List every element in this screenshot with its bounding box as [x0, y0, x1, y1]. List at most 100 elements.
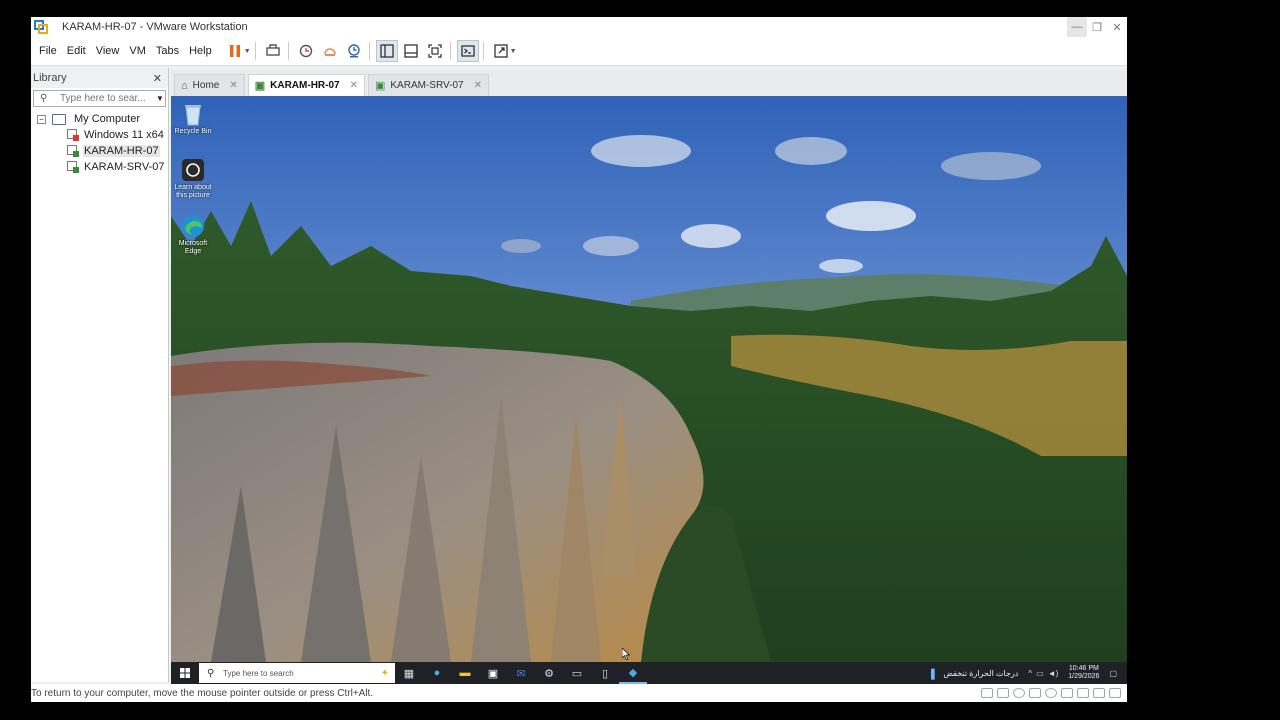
minimize-button[interactable]: —	[1067, 17, 1087, 37]
vm-running-icon: ▣	[374, 80, 386, 92]
notifications-icon[interactable]: ▢	[1109, 669, 1117, 678]
take-snapshot-icon[interactable]	[295, 40, 317, 62]
clock-date: 1/29/2026	[1068, 673, 1100, 680]
store-icon[interactable]: ▣	[479, 662, 507, 684]
menu-toolbar: File Edit View VM Tabs Help ▼ ▼	[31, 37, 1127, 66]
vmware-window: KARAM-HR-07 - VMware Workstation — ❐ ✕ F…	[31, 17, 1127, 702]
full-screen-icon[interactable]	[424, 40, 446, 62]
search-dropdown-icon[interactable]: ▼	[156, 94, 164, 103]
volume-icon[interactable]: ◄)	[1048, 669, 1059, 678]
guest-taskbar: ⚲ Type here to search ✦ ▦ ● ▬ ▣ ✉ ⚙ ▭ ▯ …	[171, 662, 1127, 684]
app-running-icon[interactable]: ◆	[619, 662, 647, 684]
terminal-icon[interactable]: ▭	[563, 662, 591, 684]
close-button[interactable]: ✕	[1107, 17, 1127, 37]
menu-help[interactable]: Help	[189, 45, 212, 57]
power-dropdown-icon[interactable]: ▼	[244, 48, 251, 55]
toolbar-separator	[449, 42, 451, 60]
menu-file[interactable]: File	[39, 45, 57, 57]
printer-icon[interactable]	[1077, 688, 1089, 698]
mail-icon[interactable]: ✉	[507, 662, 535, 684]
start-button[interactable]	[171, 662, 199, 684]
desktop-icon-label: Microsoft Edge	[178, 240, 208, 255]
tree-item-karam-hr-07[interactable]: KARAM-HR-07	[31, 143, 168, 159]
wallpaper-landscape	[171, 96, 1127, 662]
tree-root-my-computer[interactable]: − My Computer	[31, 111, 168, 127]
maximize-button[interactable]: ❐	[1087, 17, 1107, 37]
tab-label: KARAM-HR-07	[270, 80, 340, 91]
thumbnail-bar-icon[interactable]	[400, 40, 422, 62]
message-log-icon[interactable]	[1109, 688, 1121, 698]
menu-vm[interactable]: VM	[129, 45, 146, 57]
library-close-icon[interactable]: ✕	[153, 72, 162, 85]
tab-label: KARAM-SRV-07	[390, 80, 464, 91]
cd-dvd-icon[interactable]	[1013, 688, 1025, 698]
tab-home[interactable]: ⌂ Home ✕	[174, 74, 245, 96]
window-title: KARAM-HR-07 - VMware Workstation	[62, 21, 248, 33]
settings-icon[interactable]: ⚙	[535, 662, 563, 684]
notepad-icon[interactable]: ▯	[591, 662, 619, 684]
taskbar-clock[interactable]: 10:46 PM 1/29/2026	[1068, 665, 1099, 681]
taskbar-search-placeholder: Type here to search	[223, 668, 294, 678]
tree-item-karam-srv-07[interactable]: KARAM-SRV-07	[31, 159, 168, 175]
guest-desktop[interactable]: Recycle Bin Learn about this picture Mic…	[171, 96, 1127, 662]
task-view-icon[interactable]: ▦	[395, 662, 423, 684]
taskbar-search-box[interactable]: ⚲ Type here to search ✦	[199, 663, 395, 683]
vm-tree: − My Computer Windows 11 x64 KARAM-HR-07…	[31, 111, 168, 175]
stretch-dropdown-icon[interactable]: ▼	[510, 48, 517, 55]
snapshot-manager-icon[interactable]	[343, 40, 365, 62]
tab-close-icon[interactable]: ✕	[474, 80, 482, 91]
vm-running-icon	[67, 161, 79, 173]
toolbar-separator	[287, 42, 289, 60]
tab-karam-hr-07[interactable]: ▣ KARAM-HR-07 ✕	[247, 74, 365, 96]
menu-view[interactable]: View	[96, 45, 120, 57]
menu-tabs[interactable]: Tabs	[156, 45, 179, 57]
display-icon[interactable]	[1093, 688, 1105, 698]
vmware-logo-icon	[34, 20, 48, 34]
revert-snapshot-icon[interactable]	[319, 40, 341, 62]
toolbar-separator	[482, 42, 484, 60]
collapse-icon[interactable]: −	[37, 114, 46, 124]
sound-card-icon[interactable]	[1061, 688, 1073, 698]
tab-karam-srv-07[interactable]: ▣ KARAM-SRV-07 ✕	[367, 74, 489, 96]
camera-icon	[181, 158, 205, 182]
hard-disk-icon[interactable]	[981, 688, 993, 698]
tree-item-windows-11[interactable]: Windows 11 x64	[31, 127, 168, 143]
send-ctrl-alt-del-icon[interactable]	[262, 40, 284, 62]
network-icon[interactable]: ▭	[1036, 669, 1044, 678]
pause-icon[interactable]	[224, 40, 246, 62]
desktop-icon-label: Learn about this picture	[174, 184, 212, 199]
computer-icon	[52, 113, 66, 125]
device-status-icons	[977, 688, 1121, 698]
menu-edit[interactable]: Edit	[67, 45, 86, 57]
network-adapter-icon[interactable]	[1029, 688, 1041, 698]
search-highlight-icon: ✦	[380, 667, 389, 679]
console-view-icon[interactable]	[456, 40, 479, 62]
desktop-icon-recycle-bin[interactable]: Recycle Bin	[171, 102, 215, 136]
mouse-pointer-icon	[622, 648, 630, 660]
desktop-icon-learn-about-picture[interactable]: Learn about this picture	[171, 158, 215, 200]
weather-text[interactable]: درجات الحرارة تنخفض	[943, 669, 1018, 678]
weather-icon: ❚	[928, 667, 938, 680]
tab-close-icon[interactable]: ✕	[350, 80, 358, 91]
desktop-icon-label: Recycle Bin	[174, 128, 212, 135]
library-title: Library	[33, 72, 67, 84]
stretch-guest-icon[interactable]	[490, 40, 512, 62]
tab-close-icon[interactable]: ✕	[229, 80, 237, 91]
hard-disk-icon[interactable]	[997, 688, 1009, 698]
tray-chevron-icon[interactable]: ^	[1028, 669, 1032, 678]
edge-taskbar-icon[interactable]: ●	[423, 662, 451, 684]
tab-bar: ⌂ Home ✕ ▣ KARAM-HR-07 ✕ ▣ KARAM-SRV-07 …	[171, 70, 1127, 96]
show-library-icon[interactable]	[375, 40, 398, 62]
tree-item-label: Windows 11 x64	[84, 129, 164, 141]
library-search-input[interactable]	[60, 93, 156, 104]
file-explorer-icon[interactable]: ▬	[451, 662, 479, 684]
home-icon: ⌂	[181, 79, 188, 92]
toolbar-separator	[254, 42, 256, 60]
usb-icon[interactable]	[1045, 688, 1057, 698]
library-header: Library ✕	[31, 68, 168, 88]
recycle-bin-icon	[181, 102, 205, 126]
desktop-icon-microsoft-edge[interactable]: Microsoft Edge	[171, 214, 215, 256]
search-icon: ⚲	[207, 667, 215, 679]
tree-root-label: My Computer	[74, 113, 141, 125]
library-search[interactable]: ⚲ ▼	[33, 90, 166, 107]
